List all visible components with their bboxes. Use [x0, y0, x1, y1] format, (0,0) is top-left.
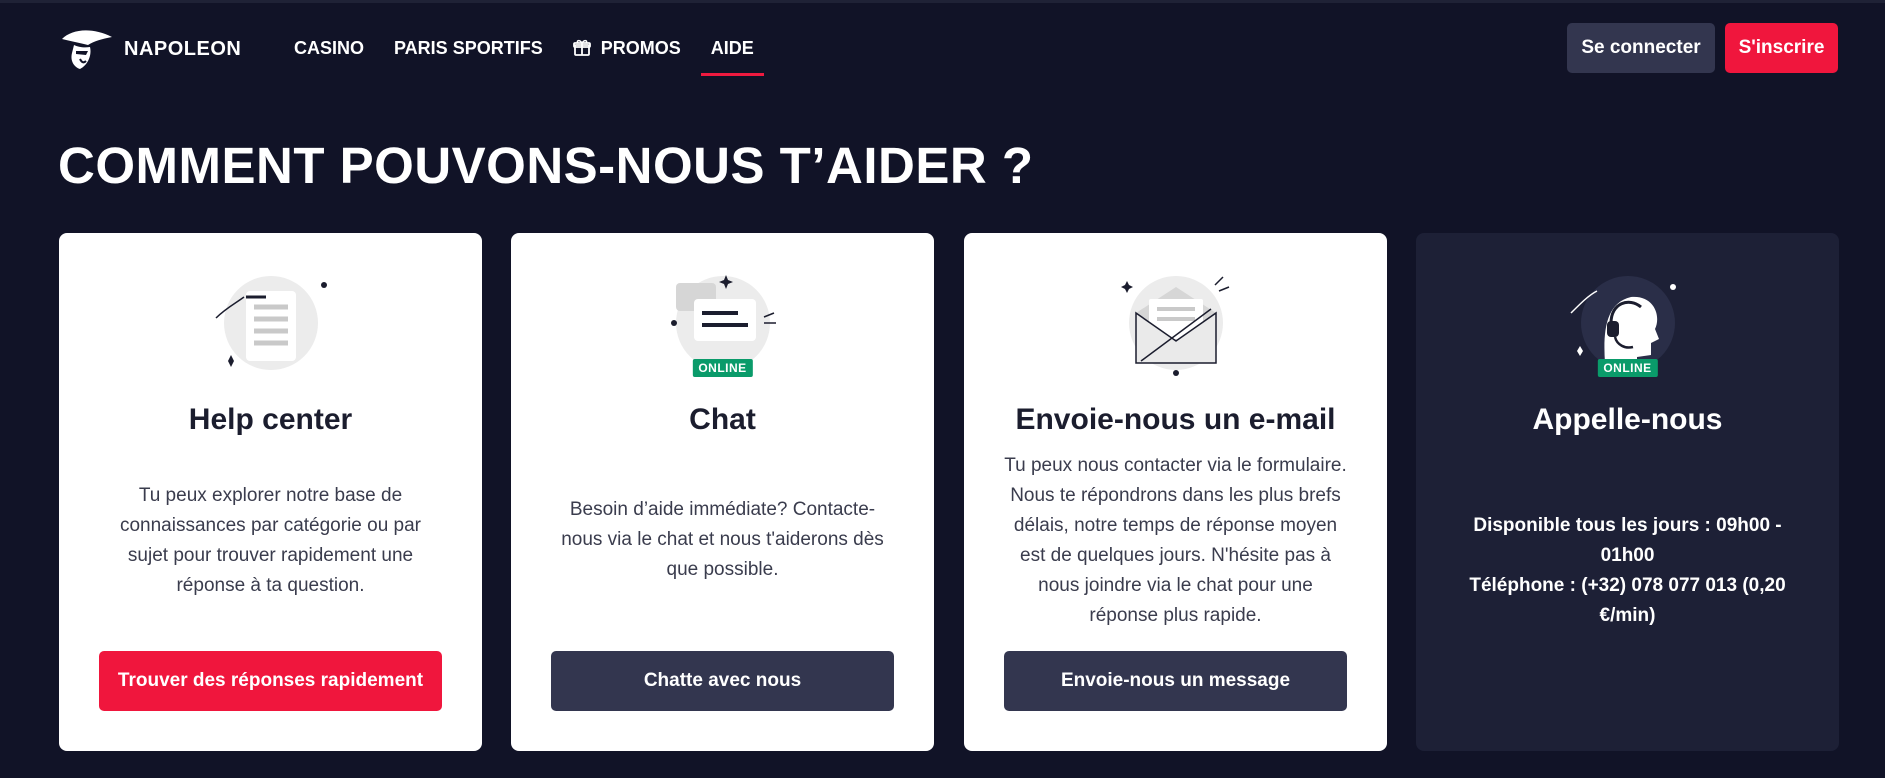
nav-promos-label: PROMOS	[600, 37, 681, 58]
brand-name: NAPOLEON	[124, 37, 242, 60]
card-title: Chat	[689, 403, 756, 436]
nav-promos[interactable]: PROMOS	[572, 3, 681, 93]
signup-button[interactable]: S'inscrire	[1725, 23, 1838, 73]
document-icon	[206, 273, 336, 383]
page-title: COMMENT POUVONS-NOUS T’AIDER ?	[58, 137, 1034, 194]
nav-paris-sportifs-label: PARIS SPORTIFS	[394, 37, 543, 58]
online-badge: ONLINE	[692, 359, 753, 377]
envelope-icon	[1111, 273, 1241, 383]
find-answers-button[interactable]: Trouver des réponses rapidement	[99, 651, 442, 711]
card-description: Tu peux nous contacter via le formulaire…	[1004, 455, 1347, 626]
gift-icon	[572, 39, 591, 57]
card-title: Help center	[188, 403, 353, 436]
call-card: ONLINE Appelle-nous Disponible tous les …	[1416, 233, 1839, 751]
main-nav: CASINO PARIS SPORTIFS PROMOS AIDE	[294, 3, 784, 93]
nav-casino[interactable]: CASINO	[294, 3, 364, 93]
email-card: Envoie-nous un e-mail Tu peux nous conta…	[964, 233, 1387, 751]
help-center-card: Help center Tu peux explorer notre base …	[59, 233, 482, 751]
nav-aide-label: AIDE	[710, 37, 754, 58]
availability-text: Disponible tous les jours : 09h00 - 01h0…	[1473, 515, 1782, 566]
login-button[interactable]: Se connecter	[1567, 23, 1715, 73]
card-description: Besoin d’aide immédiate? Contacte-nous v…	[561, 499, 884, 580]
card-title: Appelle-nous	[1532, 403, 1723, 436]
nav-aide[interactable]: AIDE	[700, 3, 764, 93]
card-title: Envoie-nous un e-mail	[1015, 403, 1336, 436]
card-description: Tu peux explorer notre base de connaissa…	[119, 485, 422, 596]
online-badge: ONLINE	[1597, 359, 1658, 377]
nav-paris-sportifs[interactable]: PARIS SPORTIFS	[394, 3, 543, 93]
site-header: NAPOLEON CASINO PARIS SPORTIFS PROMOS AI…	[0, 3, 1885, 93]
nav-casino-label: CASINO	[294, 37, 365, 58]
chat-card: ONLINE Chat Besoin d’aide immédiate? Con…	[511, 233, 934, 751]
phone-number-text[interactable]: Téléphone : (+32) 078 077 013 (0,20 €/mi…	[1456, 571, 1799, 631]
brand-logo[interactable]: NAPOLEON	[58, 25, 241, 73]
chat-with-us-button[interactable]: Chatte avec nous	[551, 651, 894, 711]
napoleon-logo-icon	[62, 30, 112, 69]
send-message-button[interactable]: Envoie-nous un message	[1004, 651, 1347, 711]
